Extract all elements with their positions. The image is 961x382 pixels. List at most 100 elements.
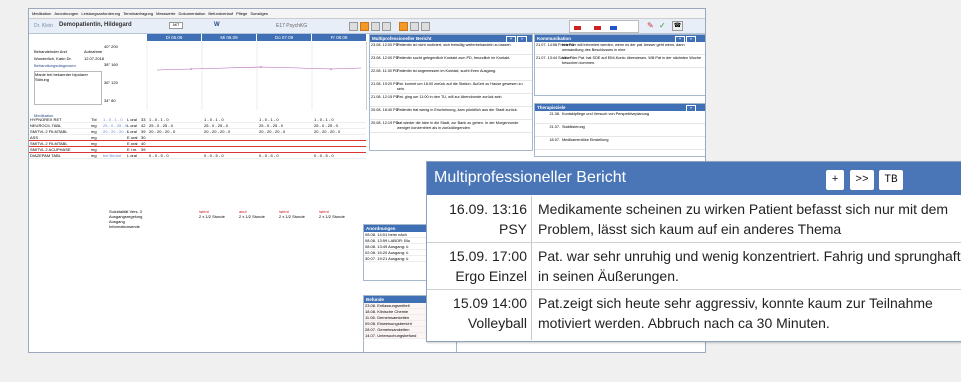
med-day-value: 20 - 20 - 20 - 0: [314, 129, 341, 134]
aufnahme-label: Aufnahme: [84, 49, 103, 54]
entry-text: Pat. ging um 11:00 in den TU, will zur A…: [397, 95, 503, 99]
day-header[interactable]: Do 07.09: [257, 34, 311, 41]
y-tick: 40° 200: [104, 44, 118, 49]
menu-item[interactable]: Befundverlauf: [208, 11, 233, 16]
entry-text: Medikamentöse Einstellung: [562, 138, 609, 142]
phone-icon[interactable]: ☎: [672, 21, 683, 31]
med-route: E oral: [127, 141, 138, 146]
menu-item[interactable]: Dokumentation: [178, 11, 205, 16]
arzt-value: Wunderlich, Karin Dr.: [34, 56, 72, 61]
med-day-value: 20 - 20 - 20 - 0: [259, 129, 286, 134]
medication-table: HYPNOREX RET Tbl 1 - 0 - 1 - 0L oral 33 1 - …: [29, 117, 366, 159]
list-item[interactable]: 20.08. 18:40 PD Patientin trat wenig in E…: [370, 107, 532, 120]
menu-item[interactable]: Pflege: [236, 11, 247, 16]
med-name: SMITVL 2 FILMTABL: [30, 141, 68, 146]
popup-add-button[interactable]: +: [826, 170, 844, 190]
entry-date: 15.09. 17:00: [449, 248, 527, 264]
day-header[interactable]: Mi 06.09: [202, 34, 256, 41]
menu-item[interactable]: Sonstiges: [250, 11, 268, 16]
menu-item[interactable]: Terminanfragung: [123, 11, 153, 16]
entry-date: 16.09. 13:16: [449, 201, 527, 217]
popup-tb-button[interactable]: TB: [879, 170, 903, 190]
menu-item[interactable]: Anordnungen: [54, 11, 78, 16]
list-item[interactable]: 23.08. 12:00 PD Patientin sucht gelegentl…: [370, 55, 532, 68]
entry-date: 23.08. 12:00 PD: [371, 56, 399, 60]
med-unit: mg: [91, 129, 97, 134]
sex-icon: W: [214, 22, 220, 28]
doctor-name: Dr. Klein: [34, 23, 53, 29]
flag-indicators[interactable]: [569, 20, 639, 33]
med-num: 33: [141, 117, 146, 122]
med-day-value: 0 - 0 - 5 - 0: [149, 153, 169, 158]
med-route: L oral: [127, 123, 137, 128]
popup-header: Multiprofessioneller Bericht + >> TB: [427, 162, 961, 195]
table-row[interactable]: DIAZEPAM TABL mg bei Bedarf L oral 0 - 0 - 5…: [29, 153, 366, 159]
med-name: SMITVL 2 ACUPHASE: [30, 147, 71, 152]
flag-red-1: [574, 26, 581, 30]
list-item[interactable]: 21.08. 12:15 PD Pat. ging um 11:00 in den…: [370, 94, 532, 107]
check-icon[interactable]: ✓: [659, 21, 666, 30]
med-unit: mg: [91, 123, 97, 128]
med-name: SMITVL 2 FILMTABL: [30, 129, 68, 134]
list-item[interactable]: 18.07. Medikamentöse Einstellung: [535, 137, 705, 150]
diag-field[interactable]: Manie bei bekannter bipolarer Störung: [34, 71, 102, 105]
entry-date: 20.08. 18:40 PD: [371, 108, 399, 112]
toolbar-icon-6[interactable]: [410, 22, 419, 31]
list-item[interactable]: 20.08. 12:19 PD hat wieder die Idee in di…: [370, 120, 532, 133]
med-unit: mg: [91, 135, 97, 140]
entry-text: Vater der Pat. hat SDE auf EIM-Konto übe…: [562, 56, 701, 65]
popup-entry[interactable]: 16.09. 13:16 PSY Medikamente scheinen zu…: [427, 196, 961, 243]
toolbar-icon-5[interactable]: [399, 22, 408, 31]
med-num: 30: [141, 135, 146, 140]
toolbar-icon-4[interactable]: [382, 22, 391, 31]
med-route: L oral: [127, 129, 137, 134]
menu-item[interactable]: Medikation: [32, 11, 51, 16]
pen-icon[interactable]: ✎: [647, 21, 654, 30]
popup-entry[interactable]: 15.09 14:00 Volleyball Pat.zeigt sich he…: [427, 290, 961, 340]
entry-date: 21.08.: [549, 112, 560, 116]
med-route: L oral: [127, 117, 137, 122]
report-popup: Multiprofessioneller Bericht + >> TB 16.…: [426, 161, 961, 342]
therapy-goals-list: 21.08. Kontaktpflege und Versuch von Pers…: [535, 111, 705, 150]
entry-text: Medikamente scheinen zu wirken Patient b…: [538, 201, 949, 237]
entry-text: Pat. war sehr unruhig und wenig konzentr…: [538, 248, 961, 284]
list-item[interactable]: 21.08. 19:20 PD Pat. kommt um 18:00 zurüc…: [370, 81, 532, 94]
med-day-value: 25 - 0 - 25 - 0: [204, 123, 229, 128]
communication-header: Kommunikation + »: [535, 35, 705, 43]
therapy-goals-panel: Therapieziele » 21.08. Kontaktpflege und …: [534, 103, 705, 157]
patient-name[interactable]: Demopatientin, Hildegard: [59, 22, 132, 28]
toolbar-icon-1[interactable]: [349, 22, 358, 31]
day-header[interactable]: Di 05.09: [147, 34, 201, 41]
med-name: NEUROCIL TABL: [30, 123, 62, 128]
column-divider: [531, 196, 532, 242]
list-item[interactable]: 23.08. 12:00 PD Patientin ist nicht motiv…: [370, 42, 532, 55]
list-item[interactable]: 21.08. Kontaktpflege und Versuch von Pers…: [535, 111, 705, 124]
entry-date: 20.08. 12:19 PD: [371, 121, 399, 125]
menu-bar: Medikation Anordnungen Leistungsanforderun…: [29, 9, 705, 19]
popup-title: Multiprofessioneller Bericht: [434, 169, 627, 186]
menu-item[interactable]: Leistungsanforderung: [81, 11, 120, 16]
list-item[interactable]: 22.08. 11:30 PD Patientin ist angemessen …: [370, 68, 532, 81]
lower-val: 2 x 1/2 Stunde: [199, 214, 225, 219]
toolbar-icon-3[interactable]: [371, 22, 380, 31]
popup-more-button[interactable]: >>: [850, 170, 874, 190]
list-item[interactable]: 21.07. 13:44 Sozi = P Vater der Pat. hat …: [535, 55, 705, 68]
aufnahme-value: 12.07.2018: [84, 56, 105, 61]
med-day-value: 0 - 0 - 5 - 0: [314, 153, 334, 158]
popup-entry[interactable]: 15.09. 17:00 Ergo Einzel Pat. war sehr u…: [427, 243, 961, 290]
list-item[interactable]: 21.07. Stabilisierung: [535, 124, 705, 137]
med-name: ASS: [30, 135, 39, 140]
orders-title: Anordnungen: [366, 226, 396, 231]
list-item[interactable]: 21.07. 14:58 Frei a PD betreuer will info…: [535, 42, 705, 55]
menu-item[interactable]: Messwerte: [156, 11, 175, 16]
toolbar-icon-7[interactable]: [421, 22, 430, 31]
communication-panel: Kommunikation + » 21.07. 14:58 Frei a PD…: [534, 34, 705, 96]
med-route: L oral: [127, 153, 137, 158]
diag-label: Behandlungsdiagnosen: [34, 63, 76, 68]
toolbar-icon-2[interactable]: [360, 22, 369, 31]
day-header[interactable]: Fr 08.09: [312, 34, 366, 41]
status-badge: AKT: [169, 22, 183, 29]
ward-label: E17 PsychKG: [276, 23, 308, 29]
entry-text: hat wieder die Idee in die Stadt, zur Ba…: [397, 121, 519, 130]
med-day-value: 0 - 0 - 5 - 0: [259, 153, 279, 158]
